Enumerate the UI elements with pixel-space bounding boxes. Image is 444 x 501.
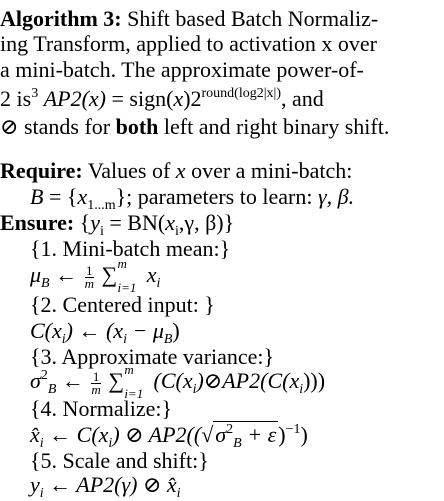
step-2-comment: {2. Centered input: } [30, 292, 215, 317]
eq-mean: μB ← 1m ∑ m i=1 xi [30, 256, 161, 295]
sum-upper: m [117, 256, 127, 271]
caption-text-1: Shift based Batch Normaliz- [127, 6, 379, 31]
mu-sub: B [41, 276, 50, 291]
c-of-x: C(x [30, 318, 62, 343]
eq-scale-shift: yi ← AP2(γ) ⊘ x̂i [30, 472, 181, 501]
require-set-x: x [77, 184, 88, 209]
sign-close: )2 [183, 86, 202, 111]
require-var-x: x [175, 158, 186, 183]
eq-variance: σ2B ← 1m ∑ m i=1 (C(xi)⊘AP2(C(xi))) [30, 362, 326, 401]
eq-normalize: x̂i ← C(xi) ⊘ AP2((√σ2B + ε)−1) [30, 421, 308, 451]
step-5-comment: {5. Scale and shift:} [30, 448, 209, 473]
sum-sign: ∑ m i=1 [102, 256, 137, 295]
sqrt-sup: 2 [226, 422, 234, 437]
fraction-1-over-m-2: 1m [91, 370, 101, 397]
caption-line-2: ing Transform, applied to activation x o… [0, 31, 377, 56]
caption-line-5: ⊘ stands for both left and right binary … [0, 114, 389, 139]
ap2-arg: (x) [81, 86, 106, 111]
require-text-1-tail: over a mini-batch: [191, 158, 353, 183]
mu-symbol: μ [30, 262, 42, 287]
ensure-label: Ensure: [0, 210, 75, 235]
var-term: (C(x [153, 368, 193, 393]
oslash-symbol: ⊘ [0, 114, 19, 139]
caption-sup: 3 [31, 86, 39, 101]
ensure-open: { [79, 210, 91, 235]
caption-tail-4: , and [281, 86, 324, 111]
xhat-symbol: x̂ [30, 422, 40, 447]
norm-mid: ← C(x [49, 422, 109, 447]
ensure-x: x [165, 210, 175, 235]
norm-exp: −1 [285, 422, 301, 437]
ensure-y: y [90, 210, 100, 235]
require-label: Require: [0, 158, 83, 183]
scale-rhs: ← AP2(γ) ⊘ x̂ [49, 472, 177, 497]
norm-close: ) [278, 422, 286, 447]
ap2-symbol: AP2 [43, 86, 82, 111]
sum-upper-2: m [124, 362, 134, 377]
y-sub: i [39, 486, 44, 501]
require-line-1: Require: Values of x over a mini-batch: [0, 158, 352, 183]
caption-line-4: 2 is3 AP2(x) = sign(x)2round(log2|x|), a… [0, 86, 324, 111]
caption-text-5a: stands for [23, 114, 111, 139]
ensure-bn: = BN( [109, 210, 166, 235]
caption-line-3: a mini-batch. The approximate power-of- [0, 57, 364, 82]
c-mid: ) ← (x [65, 318, 124, 343]
var-close: ))) [303, 368, 326, 393]
require-line-2: B = {x1...m}; parameters to learn: γ, β. [30, 184, 355, 213]
var-term-2: )⊘AP2(C(x [196, 368, 300, 393]
step-1-comment: {1. Mini-batch mean:} [30, 236, 231, 261]
ensure-line: Ensure: {yi = BN(xi,γ, β)} [0, 210, 235, 239]
sum-sign-2: ∑ m i=1 [108, 362, 143, 401]
caption-text-4: 2 is [0, 86, 32, 111]
frac-den: m [84, 276, 94, 291]
minus-mu: − μ [132, 318, 164, 343]
assign-arrow-2: ← [61, 368, 84, 393]
caption-text-3: a mini-batch. The approximate power-of- [0, 57, 364, 82]
fraction-1-over-m: 1m [84, 264, 94, 291]
y-symbol: y [30, 472, 40, 497]
sum-term-sub: i [156, 276, 161, 291]
sign-eq: = sign( [111, 86, 174, 111]
algorithm-title: Algorithm 3: [0, 6, 122, 31]
caption-text-5b: left and right binary shift. [163, 114, 390, 139]
frac-den-2: m [91, 382, 101, 397]
require-params: γ, β. [317, 184, 355, 209]
norm-rhs: ) ⊘ AP2(( [112, 422, 202, 447]
sqrt-sub: B [233, 436, 242, 451]
step-3-comment: {3. Approximate variance:} [30, 344, 275, 369]
scale-rhs-sub: i [176, 486, 181, 501]
sigma-sub: B [47, 382, 57, 397]
sqrt-sign: √ [201, 422, 214, 447]
sqrt-epsilon: + ε [241, 422, 277, 447]
step-4-comment: {4. Normalize:} [30, 396, 173, 421]
sqrt-sigma: σ [215, 422, 227, 447]
require-text-2-tail: }; parameters to learn: [115, 184, 313, 209]
norm-end: ) [300, 422, 308, 447]
sign-arg: x [173, 86, 184, 111]
caption-line-1: Algorithm 3: Shift based Batch Normaliz- [0, 6, 378, 31]
assign-arrow: ← [55, 262, 78, 287]
algorithm-block: Algorithm 3: Shift based Batch Normaliz-… [0, 0, 444, 501]
require-var-B: B [30, 184, 44, 209]
eq-centered: C(xi) ← (xi − μB) [30, 318, 180, 347]
sigma-sup: 2 [40, 368, 48, 383]
c-close: ) [172, 318, 180, 343]
caption-bold-both: both [115, 114, 159, 139]
round-exponent: round(log2|x|) [201, 86, 281, 101]
sigma-symbol: σ [30, 368, 41, 393]
sqrt-body: σ2B + ε [213, 421, 279, 451]
sum-term-x: x [146, 262, 157, 287]
ensure-args: ,γ, β)} [178, 210, 235, 235]
require-text-1: Values of [87, 158, 171, 183]
caption-text-2: ing Transform, applied to activation x o… [0, 31, 377, 56]
require-set-open: = { [48, 184, 78, 209]
